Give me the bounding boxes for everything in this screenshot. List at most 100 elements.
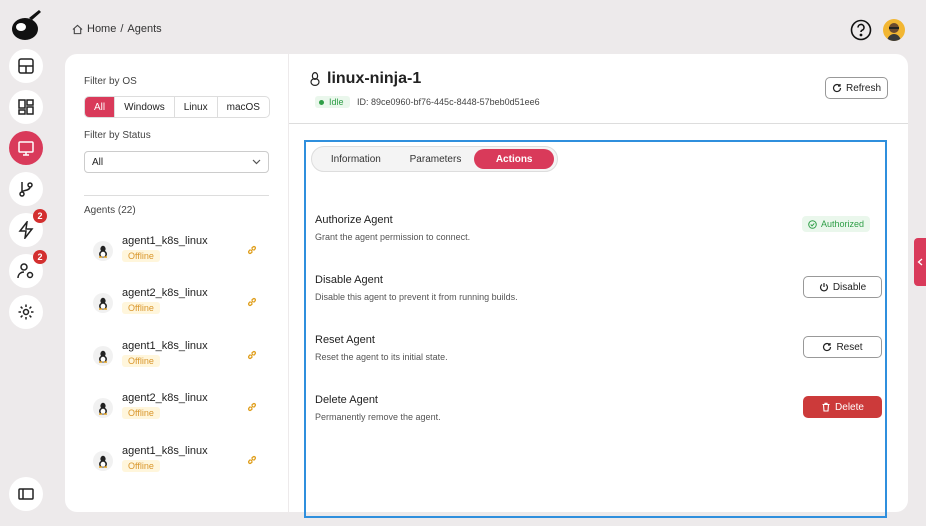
git-branch-icon (19, 182, 33, 197)
user-avatar[interactable] (883, 19, 905, 41)
nav-users[interactable]: 2 (9, 250, 47, 288)
agent-title-text: linux-ninja-1 (327, 70, 422, 87)
linux-icon (93, 241, 113, 261)
linux-icon (93, 451, 113, 471)
layout-icon (18, 58, 34, 74)
reset-label: Reset (836, 341, 863, 353)
agent-name: agent2_k8s_linux (122, 392, 208, 404)
agent-detail: linux-ninja-1 Idle ID: 89ce0960-bf76-445… (289, 54, 908, 518)
check-circle-icon (808, 219, 817, 229)
refresh-button[interactable]: Refresh (825, 77, 888, 99)
delete-description: Permanently remove the agent. (315, 412, 441, 422)
filter-os-label: Filter by OS (84, 76, 137, 87)
link-icon[interactable] (247, 297, 257, 307)
actions-panel: Information Parameters Actions Authorize… (304, 140, 887, 518)
user-settings-icon (17, 263, 34, 279)
agent-list-item[interactable]: agent1_k8s_linux Offline (93, 442, 273, 486)
agent-list-item[interactable]: agent2_k8s_linux Offline (93, 389, 273, 433)
agent-name: agent1_k8s_linux (122, 445, 208, 457)
chevron-down-icon (252, 159, 261, 165)
nav-dashboard[interactable] (9, 49, 43, 83)
disable-title: Disable Agent (315, 274, 383, 286)
breadcrumb-current: Agents (127, 23, 162, 35)
status-select-value: All (92, 156, 104, 168)
delete-title: Delete Agent (315, 394, 378, 406)
detail-tabs: Information Parameters Actions (311, 146, 558, 172)
link-icon[interactable] (247, 455, 257, 465)
authorized-badge: Authorized (802, 216, 871, 232)
nav-widgets[interactable] (9, 90, 43, 124)
agent-id: ID: 89ce0960-bf76-445c-8448-57beb0d51ee6 (357, 97, 540, 107)
delete-button[interactable]: Delete (803, 396, 882, 418)
filter-status-label: Filter by Status (84, 130, 151, 141)
monitor-icon (18, 141, 34, 156)
linux-icon (93, 293, 113, 313)
authorize-description: Grant the agent permission to connect. (315, 232, 471, 242)
agent-state-badge: Idle (315, 96, 350, 108)
topbar: Home / Agents (52, 0, 926, 54)
status-select[interactable]: All (84, 151, 269, 173)
header-divider (289, 123, 908, 124)
link-icon[interactable] (247, 402, 257, 412)
drawer-handle[interactable] (914, 238, 926, 286)
logo-icon (12, 10, 41, 40)
nav-pipelines[interactable] (9, 172, 43, 206)
agent-status-badge: Offline (122, 460, 160, 472)
delete-label: Delete (835, 401, 864, 413)
breadcrumb: Home / Agents (72, 23, 162, 35)
breadcrumb-home[interactable]: Home (87, 23, 116, 35)
os-filter-linux[interactable]: Linux (175, 97, 218, 117)
sidebar-icon (18, 488, 34, 500)
reset-description: Reset the agent to its initial state. (315, 352, 448, 362)
agents-count: Agents (22) (84, 205, 136, 216)
os-filter-macos[interactable]: macOS (218, 97, 269, 117)
agent-list-item[interactable]: agent1_k8s_linux Offline (93, 232, 273, 276)
refresh-icon (832, 83, 842, 93)
agent-status-badge: Offline (122, 407, 160, 419)
reset-title: Reset Agent (315, 334, 375, 346)
sidebar-toggle-button[interactable] (9, 477, 43, 511)
grid-icon (18, 99, 34, 115)
linux-icon (310, 72, 320, 86)
linux-icon (93, 398, 113, 418)
nav-events[interactable]: 2 (9, 209, 47, 247)
agent-list-item[interactable]: agent1_k8s_linux Offline (93, 337, 273, 381)
disable-label: Disable (832, 281, 867, 293)
home-icon (72, 24, 83, 34)
tab-parameters[interactable]: Parameters (397, 149, 475, 169)
power-icon (819, 283, 828, 292)
gear-icon (18, 304, 34, 320)
agent-name: agent1_k8s_linux (122, 235, 208, 247)
nav-settings[interactable] (9, 295, 43, 329)
help-icon[interactable] (850, 19, 872, 41)
agent-status-badge: Offline (122, 250, 160, 262)
reset-icon (823, 342, 832, 352)
tab-actions[interactable]: Actions (474, 149, 554, 169)
authorized-label: Authorized (821, 219, 865, 229)
agents-sidebar: Filter by OS All Windows Linux macOS Fil… (65, 54, 288, 512)
os-filter-group: All Windows Linux macOS (84, 96, 270, 118)
reset-button[interactable]: Reset (803, 336, 882, 358)
side-rail: 2 2 (0, 0, 52, 526)
trash-icon (822, 402, 830, 412)
disable-button[interactable]: Disable (803, 276, 882, 298)
tab-information[interactable]: Information (315, 149, 397, 169)
agent-title: linux-ninja-1 (309, 70, 421, 88)
refresh-label: Refresh (845, 82, 881, 94)
authorize-title: Authorize Agent (315, 214, 393, 226)
link-icon[interactable] (247, 350, 257, 360)
link-icon[interactable] (247, 245, 257, 255)
agent-list-item[interactable]: agent2_k8s_linux Offline (93, 284, 273, 328)
os-filter-all[interactable]: All (85, 97, 116, 117)
agent-name: agent1_k8s_linux (122, 340, 208, 352)
lightning-icon (18, 221, 34, 239)
os-filter-windows[interactable]: Windows (115, 97, 175, 117)
divider (84, 195, 269, 196)
agent-name: agent2_k8s_linux (122, 287, 208, 299)
nav-agents[interactable] (9, 131, 43, 165)
linux-icon (93, 346, 113, 366)
agent-status-badge: Offline (122, 355, 160, 367)
chevron-left-icon (917, 258, 923, 266)
events-badge: 2 (33, 209, 47, 223)
breadcrumb-separator: / (120, 23, 124, 35)
